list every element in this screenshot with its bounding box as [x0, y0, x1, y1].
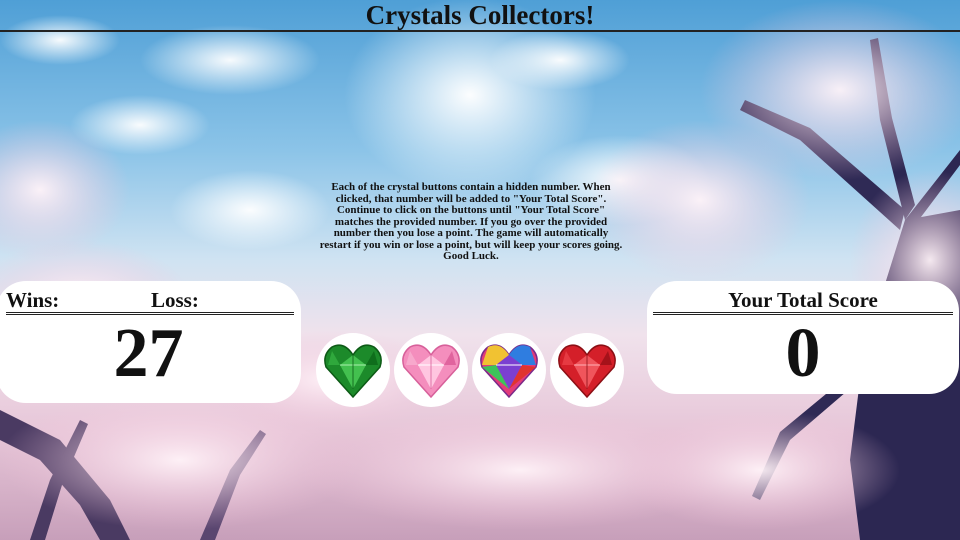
total-score-label: Your Total Score [653, 289, 953, 315]
total-score-value: 0 [785, 315, 821, 392]
target-number: 27 [113, 315, 184, 392]
cherry-blossom-background [0, 0, 960, 540]
loss-label: Loss: [151, 288, 199, 312]
green-crystal-button[interactable] [316, 333, 390, 407]
wins-loss-panel: Wins: Loss: 27 [0, 281, 301, 403]
total-score-panel: Your Total Score 0 [647, 281, 959, 394]
rainbow-heart-crystal-icon [480, 344, 538, 399]
green-heart-crystal-icon [324, 344, 382, 399]
red-heart-crystal-icon [558, 344, 616, 399]
wins-label: Wins: [6, 288, 60, 312]
wins-loss-header: Wins: Loss: [6, 289, 294, 315]
red-crystal-button[interactable] [550, 333, 624, 407]
game-instructions: Each of the crystal buttons contain a hi… [319, 181, 623, 262]
pink-crystal-button[interactable] [394, 333, 468, 407]
game-title: Crystals Collectors! [0, 0, 960, 32]
pink-heart-crystal-icon [402, 344, 460, 399]
rainbow-crystal-button[interactable] [472, 333, 546, 407]
